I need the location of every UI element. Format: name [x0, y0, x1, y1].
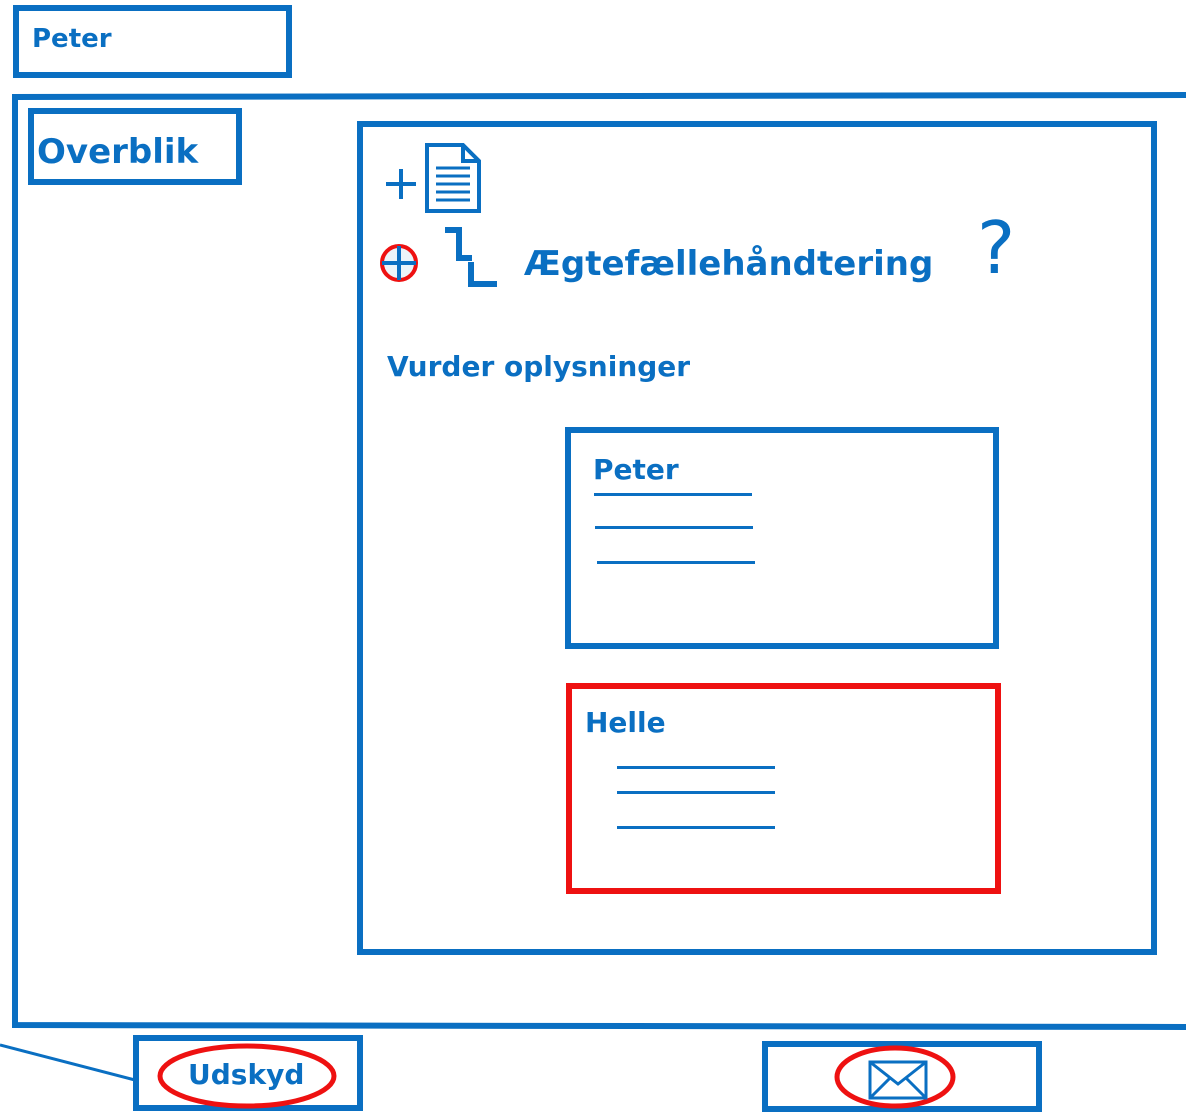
section-label: Vurder oplysninger [387, 350, 691, 383]
overview-label: Overblik [37, 132, 199, 172]
step-icon [445, 227, 497, 287]
info-line [597, 561, 755, 564]
info-line [594, 493, 752, 496]
add-circle-icon[interactable] [370, 235, 430, 295]
envelope-icon[interactable] [828, 1042, 968, 1112]
panel-title: Ægtefællehåndtering [524, 244, 934, 284]
help-icon[interactable]: ? [977, 212, 1015, 284]
person-name: Helle [585, 706, 666, 739]
postpone-label: Udskyd [188, 1058, 305, 1091]
info-line [617, 791, 775, 794]
info-line [617, 826, 775, 829]
person-name: Peter [593, 453, 679, 486]
new-document-icon[interactable] [380, 138, 490, 218]
info-line [617, 766, 775, 769]
info-line [595, 526, 753, 529]
